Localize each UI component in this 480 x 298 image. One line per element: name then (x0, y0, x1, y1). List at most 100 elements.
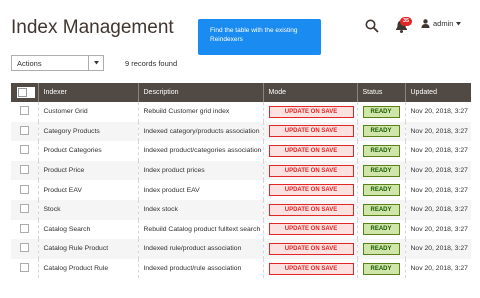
mode-cell: UPDATE ON SAVE (263, 258, 358, 279)
chevron-down-icon (456, 21, 462, 25)
updated-cell: Nov 20, 2018, 3:27 (405, 160, 471, 181)
row-checkbox[interactable] (20, 106, 29, 116)
mode-cell: UPDATE ON SAVE (263, 102, 358, 122)
tooltip: Find the table with the existing Reindex… (198, 19, 321, 55)
page-title: Index Management (11, 17, 174, 38)
indexer-cell: Catalog Search (38, 219, 139, 240)
row-checkbox[interactable] (20, 125, 29, 135)
description-cell: Index stock (138, 199, 264, 220)
user-name: admin (433, 19, 454, 28)
row-checkbox[interactable] (20, 243, 29, 253)
row-checkbox[interactable] (20, 223, 29, 233)
table-row[interactable]: Category Products Indexed category/produc… (11, 121, 471, 142)
table-row[interactable]: Product EAV Index product EAV UPDATE ON SA… (11, 180, 471, 200)
row-checkbox[interactable] (20, 204, 29, 214)
mode-cell: UPDATE ON SAVE (263, 219, 358, 240)
indexer-cell: Customer Grid (38, 102, 139, 122)
status-badge: READY (362, 184, 400, 197)
mode-badge: UPDATE ON SAVE (268, 125, 354, 138)
row-checkbox-cell (11, 102, 39, 122)
chevron-down-icon (88, 56, 103, 70)
updated-cell: Nov 20, 2018, 3:27 (405, 141, 471, 161)
mass-action-header[interactable] (11, 83, 39, 102)
mode-badge: UPDATE ON SAVE (268, 184, 354, 197)
status-badge: READY (362, 203, 400, 216)
status-badge: READY (362, 144, 400, 157)
indexer-grid: Indexer Description Mode Status Updated … (11, 83, 471, 279)
row-checkbox-cell (11, 199, 39, 220)
indexer-cell: Category Products (38, 121, 139, 142)
mode-cell: UPDATE ON SAVE (263, 239, 358, 259)
table-row[interactable]: Product Price Index product prices UPDATE … (11, 160, 471, 181)
status-cell: READY (357, 219, 406, 240)
updated-cell: Nov 20, 2018, 3:27 (405, 199, 471, 220)
indexer-cell: Product Categories (38, 141, 139, 161)
notification-count-badge: 35 (400, 17, 412, 26)
status-cell: READY (357, 180, 406, 200)
mode-badge: UPDATE ON SAVE (268, 223, 354, 236)
row-checkbox-cell (11, 258, 39, 279)
mode-cell: UPDATE ON SAVE (263, 180, 358, 200)
mode-badge: UPDATE ON SAVE (268, 144, 354, 157)
row-checkbox[interactable] (20, 145, 29, 155)
column-header-updated[interactable]: Updated (405, 83, 471, 102)
column-header-status[interactable]: Status (357, 83, 406, 102)
row-checkbox[interactable] (20, 165, 29, 175)
description-cell: Rebuild Catalog product fulltext search (138, 219, 264, 240)
mode-cell: UPDATE ON SAVE (263, 141, 358, 161)
column-header-mode[interactable]: Mode (263, 83, 358, 102)
updated-cell: Nov 20, 2018, 3:27 (405, 239, 471, 259)
table-row[interactable]: Catalog Rule Product Indexed rule/product… (11, 239, 471, 259)
user-menu[interactable]: admin (421, 19, 462, 28)
row-checkbox-cell (11, 219, 39, 240)
column-header-description[interactable]: Description (138, 83, 264, 102)
mass-action-checkbox[interactable] (18, 87, 27, 97)
description-cell: Indexed category/products association (138, 121, 264, 142)
column-header-indexer[interactable]: Indexer (38, 83, 139, 102)
indexer-cell: Stock (38, 199, 139, 220)
updated-cell: Nov 20, 2018, 3:27 (405, 121, 471, 142)
description-cell: Indexed product/rule association (138, 258, 264, 279)
status-cell: READY (357, 239, 406, 259)
row-checkbox-cell (11, 160, 39, 181)
status-cell: READY (357, 121, 406, 142)
status-badge: READY (362, 105, 400, 118)
mode-badge: UPDATE ON SAVE (268, 262, 354, 275)
table-row[interactable]: Customer Grid Rebuild Customer grid index… (11, 102, 471, 122)
status-cell: READY (357, 102, 406, 122)
indexer-cell: Product EAV (38, 180, 139, 200)
row-checkbox[interactable] (20, 184, 29, 194)
table-row[interactable]: Catalog Product Rule Indexed product/rule… (11, 258, 471, 279)
mode-cell: UPDATE ON SAVE (263, 121, 358, 142)
updated-cell: Nov 20, 2018, 3:27 (405, 180, 471, 200)
row-checkbox-cell (11, 180, 39, 200)
user-icon (421, 19, 430, 28)
description-cell: Index product prices (138, 160, 264, 181)
table-row[interactable]: Product Categories Indexed product/catego… (11, 141, 471, 161)
mass-action-select[interactable] (17, 86, 35, 98)
description-cell: Indexed rule/product association (138, 239, 264, 259)
chevron-down-icon[interactable] (27, 88, 34, 97)
actions-dropdown[interactable]: Actions (11, 55, 104, 71)
row-checkbox[interactable] (20, 263, 29, 273)
mode-badge: UPDATE ON SAVE (268, 242, 354, 255)
updated-cell: Nov 20, 2018, 3:27 (405, 258, 471, 279)
mode-badge: UPDATE ON SAVE (268, 164, 354, 177)
description-cell: Indexed product/categories association (138, 141, 264, 161)
mode-cell: UPDATE ON SAVE (263, 160, 358, 181)
records-count: 9 records found (125, 59, 178, 68)
status-cell: READY (357, 141, 406, 161)
description-cell: Index product EAV (138, 180, 264, 200)
mode-badge: UPDATE ON SAVE (268, 105, 354, 118)
mode-cell: UPDATE ON SAVE (263, 199, 358, 220)
description-cell: Rebuild Customer grid index (138, 102, 264, 122)
search-icon[interactable] (365, 19, 379, 33)
indexer-cell: Catalog Product Rule (38, 258, 139, 279)
table-row[interactable]: Stock Index stock UPDATE ON SAVE READY Nov 2… (11, 199, 471, 220)
status-cell: READY (357, 160, 406, 181)
status-badge: READY (362, 164, 400, 177)
table-row[interactable]: Catalog Search Rebuild Catalog product fu… (11, 219, 471, 240)
row-checkbox-cell (11, 141, 39, 161)
status-badge: READY (362, 262, 400, 275)
status-cell: READY (357, 258, 406, 279)
